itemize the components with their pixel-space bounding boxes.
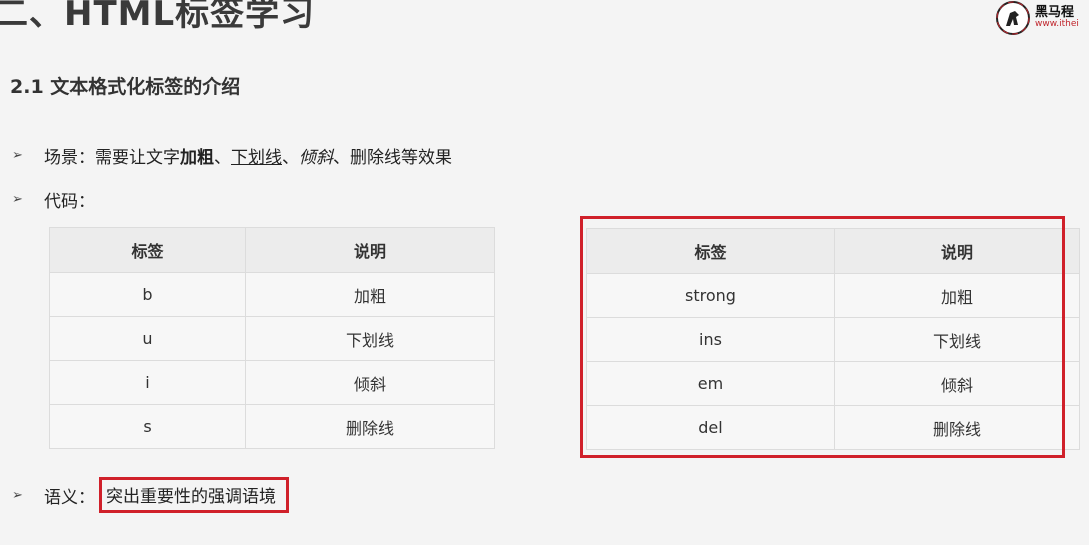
scene-underline-example: 下划线	[231, 148, 282, 168]
scene-separator: 、	[214, 148, 231, 168]
column-header: 标签	[49, 227, 246, 273]
table-header-row: 标签 说明	[49, 227, 495, 273]
logo-url: www.ithei	[1035, 19, 1079, 30]
tag-table-left: 标签 说明 b 加粗 u 下划线 i 倾斜 s 删除线	[49, 227, 495, 449]
table-row: b 加粗	[49, 272, 495, 317]
arrow-right-icon: ➢	[12, 148, 23, 163]
scene-label: 场景：需要让文字	[44, 148, 180, 168]
table-row: u 下划线	[49, 316, 495, 361]
scene-italic-example: 倾斜	[299, 148, 333, 168]
bullet-scene: ➢ 场景：需要让文字 加粗、下划线、倾斜 、删除线等效果	[12, 143, 452, 168]
horse-logo-icon	[996, 1, 1030, 35]
tag-cell: i	[49, 360, 246, 405]
bullet-semantic: ➢ 语义： 突出重要性的强调语境	[12, 477, 289, 513]
logo-name: 黑马程	[1035, 4, 1075, 20]
desc-cell: 下划线	[245, 316, 495, 361]
tag-cell: b	[49, 272, 246, 317]
brand-logo: 黑马程 www.ithei	[995, 0, 1089, 36]
table-row: i 倾斜	[49, 360, 495, 405]
page-title: 二、HTML标签学习	[0, 0, 316, 34]
scene-separator: 、	[282, 148, 299, 168]
arrow-right-icon: ➢	[12, 192, 23, 207]
arrow-right-icon: ➢	[12, 487, 23, 503]
section-title: 2.1 文本格式化标签的介绍	[10, 76, 241, 98]
tag-cell: s	[49, 404, 246, 449]
scene-rest: 、删除线等效果	[333, 148, 452, 168]
semantic-highlight: 突出重要性的强调语境	[99, 477, 289, 513]
desc-cell: 加粗	[245, 272, 495, 317]
semantic-label: 语义：	[44, 487, 95, 508]
column-header: 说明	[245, 227, 495, 273]
bullet-code: ➢ 代码：	[12, 187, 95, 212]
table-row: s 删除线	[49, 404, 495, 449]
code-label: 代码：	[44, 192, 95, 212]
scene-bold-example: 加粗	[180, 148, 214, 168]
highlight-box-semantic-tags	[580, 216, 1065, 458]
desc-cell: 倾斜	[245, 360, 495, 405]
desc-cell: 删除线	[245, 404, 495, 449]
tag-cell: u	[49, 316, 246, 361]
